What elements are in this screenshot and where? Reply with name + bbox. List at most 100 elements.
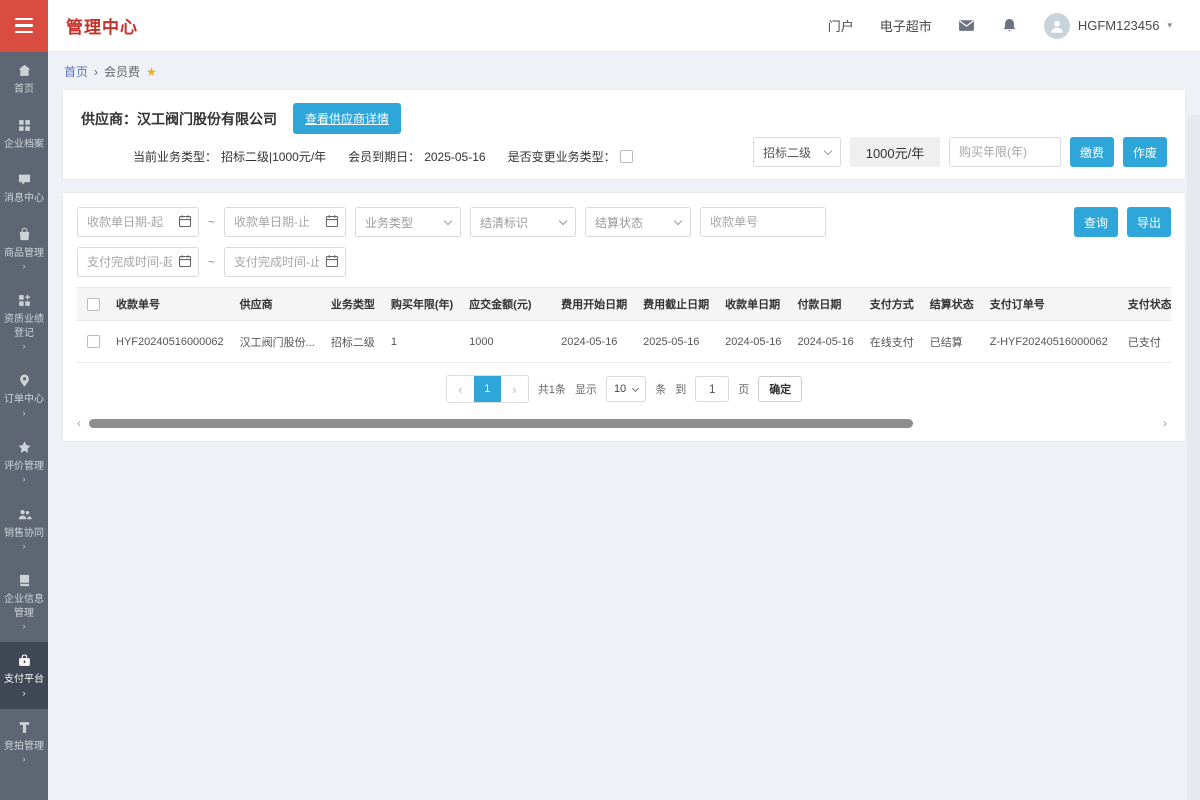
range-tilde: ~: [208, 255, 215, 269]
scroll-left-arrow[interactable]: ‹: [77, 417, 85, 429]
cell-amount-due: 1000: [461, 321, 553, 363]
scrollbar-track: [89, 419, 1159, 428]
receipt-date-from-field[interactable]: [77, 207, 199, 237]
cell-fee-start-date: 2024-05-16: [553, 321, 635, 363]
sidebar-item-review-management[interactable]: 评价管理›: [0, 429, 48, 496]
cell-receipt-no: HYF20240516000062: [108, 321, 232, 363]
membership-expire-value: 2025-05-16: [424, 150, 485, 164]
settle-status-filter-select[interactable]: 结算状态: [585, 207, 691, 237]
chevron-down-icon: [824, 146, 832, 154]
pay-time-to-field[interactable]: [224, 247, 346, 277]
message-icon: [17, 172, 32, 187]
shopping-bag-icon: [17, 227, 32, 242]
portal-link[interactable]: 门户: [828, 16, 854, 35]
next-page-button[interactable]: ›: [501, 376, 528, 402]
unit-label: 条: [655, 381, 666, 397]
location-pin-icon: [17, 373, 32, 388]
sidebar-item-goods-management[interactable]: 商品管理›: [0, 216, 48, 283]
col-receipt-no: 收款单号: [108, 288, 232, 321]
e-mall-link[interactable]: 电子超市: [880, 16, 932, 35]
col-pay-status: 支付状态: [1120, 288, 1171, 321]
search-button[interactable]: 查询: [1074, 207, 1118, 237]
pay-time-from-field[interactable]: [77, 247, 199, 277]
page-scrollbar[interactable]: [1187, 115, 1200, 800]
breadcrumb-separator: ›: [94, 65, 98, 79]
table-row: HYF20240516000062 汉工阀门股份... 招标二级 1 1000 …: [77, 321, 1171, 363]
avatar: [1044, 13, 1070, 39]
grid-plus-icon: [17, 293, 32, 308]
col-amount-due: 应交金额(元): [461, 288, 553, 321]
breadcrumb-home-link[interactable]: 首页: [64, 63, 88, 80]
select-all-checkbox[interactable]: [87, 298, 100, 311]
table-viewport: 收款单号 供应商 业务类型 购买年限(年) 应交金额(元) 费用开始日期 费用截…: [77, 287, 1171, 363]
sidebar-item-company-archive[interactable]: 企业档案: [0, 107, 48, 162]
sidebar-item-company-info[interactable]: 企业信息管理›: [0, 562, 48, 642]
top-bar: 管理中心 门户 电子超市 HGFM123456 ▾: [0, 0, 1200, 52]
page-label: 页: [738, 381, 749, 397]
favorite-star-icon[interactable]: ★: [146, 65, 157, 79]
sidebar-item-order-center[interactable]: 订单中心›: [0, 362, 48, 429]
menu-toggle-button[interactable]: [0, 0, 48, 52]
change-business-type-label: 是否变更业务类型：: [508, 148, 616, 165]
sidebar-item-sales-collaboration[interactable]: 销售协同›: [0, 496, 48, 563]
receipt-date-to-input[interactable]: [224, 207, 346, 237]
chevron-down-icon: ▾: [1167, 20, 1172, 31]
chevron-down-icon: [444, 216, 452, 224]
pay-time-from-input[interactable]: [77, 247, 199, 277]
receipt-date-to-field[interactable]: [224, 207, 346, 237]
gavel-icon: [17, 720, 32, 735]
scrollbar-thumb[interactable]: [89, 419, 913, 428]
purchase-years-input[interactable]: [949, 137, 1061, 167]
view-supplier-detail-button[interactable]: 查看供应商详情: [293, 103, 401, 134]
price-per-year: 1000元/年: [850, 137, 940, 167]
cell-receipt-date: 2024-05-16: [717, 321, 789, 363]
receipt-no-input[interactable]: [700, 207, 826, 237]
mail-icon[interactable]: [958, 17, 975, 34]
cell-pay-method: 在线支付: [862, 321, 922, 363]
scroll-right-arrow[interactable]: ›: [1163, 417, 1171, 429]
horizontal-scrollbar: ‹ ›: [77, 417, 1171, 429]
total-count: 共1条: [538, 381, 566, 397]
col-business-type: 业务类型: [323, 288, 383, 321]
sidebar-item-payment-platform[interactable]: 支付平台›: [0, 642, 48, 709]
row-checkbox[interactable]: [87, 335, 100, 348]
prev-page-button[interactable]: ‹: [447, 376, 474, 402]
void-button[interactable]: 作废: [1123, 137, 1167, 167]
sidebar-item-qualification-register[interactable]: 资质业绩登记›: [0, 282, 48, 362]
confirm-button[interactable]: 确定: [758, 376, 802, 402]
table-header-row: 收款单号 供应商 业务类型 购买年限(年) 应交金额(元) 费用开始日期 费用截…: [77, 288, 1171, 321]
current-business-type-label: 当前业务类型：: [133, 148, 217, 165]
clear-flag-filter-select[interactable]: 结清标识: [470, 207, 576, 237]
goto-page-input[interactable]: [695, 376, 729, 402]
sidebar-item-home[interactable]: 首页: [0, 52, 48, 107]
pay-time-to-input[interactable]: [224, 247, 346, 277]
breadcrumb: 首页 › 会员费 ★: [48, 52, 1200, 89]
cell-pay-date: 2024-05-16: [789, 321, 861, 363]
star-icon: [17, 440, 32, 455]
supplier-panel: 供应商：汉工阀门股份有限公司 查看供应商详情 当前业务类型： 招标二级|1000…: [62, 89, 1186, 180]
col-fee-end-date: 费用截止日期: [635, 288, 717, 321]
user-menu[interactable]: HGFM123456 ▾: [1044, 13, 1172, 39]
receipt-date-from-input[interactable]: [77, 207, 199, 237]
export-button[interactable]: 导出: [1127, 207, 1171, 237]
users-icon: [17, 507, 32, 522]
business-type-select[interactable]: 招标二级: [753, 137, 841, 167]
sidebar-item-message-center[interactable]: 消息中心: [0, 161, 48, 216]
change-business-type-checkbox[interactable]: [620, 150, 633, 163]
to-label: 到: [675, 381, 686, 397]
bell-icon[interactable]: [1001, 17, 1018, 34]
business-type-filter-select[interactable]: 业务类型: [355, 207, 461, 237]
page-size-select[interactable]: 10: [606, 376, 646, 402]
membership-expire-label: 会员到期日：: [348, 148, 420, 165]
cell-fee-end-date: 2025-05-16: [635, 321, 717, 363]
grid-icon: [17, 118, 32, 133]
sidebar-item-auction-management[interactable]: 竞拍管理›: [0, 709, 48, 776]
records-panel: ~ 业务类型 结清标识 结算状态 查询 导出: [62, 192, 1186, 442]
cell-pay-status: 已支付: [1120, 321, 1171, 363]
pay-button[interactable]: 缴费: [1070, 137, 1114, 167]
cell-settle-status: 已结算: [922, 321, 982, 363]
page-1-button[interactable]: 1: [474, 376, 501, 402]
username: HGFM123456: [1078, 18, 1160, 33]
chevron-down-icon: [559, 216, 567, 224]
breadcrumb-current: 会员费: [104, 63, 140, 80]
